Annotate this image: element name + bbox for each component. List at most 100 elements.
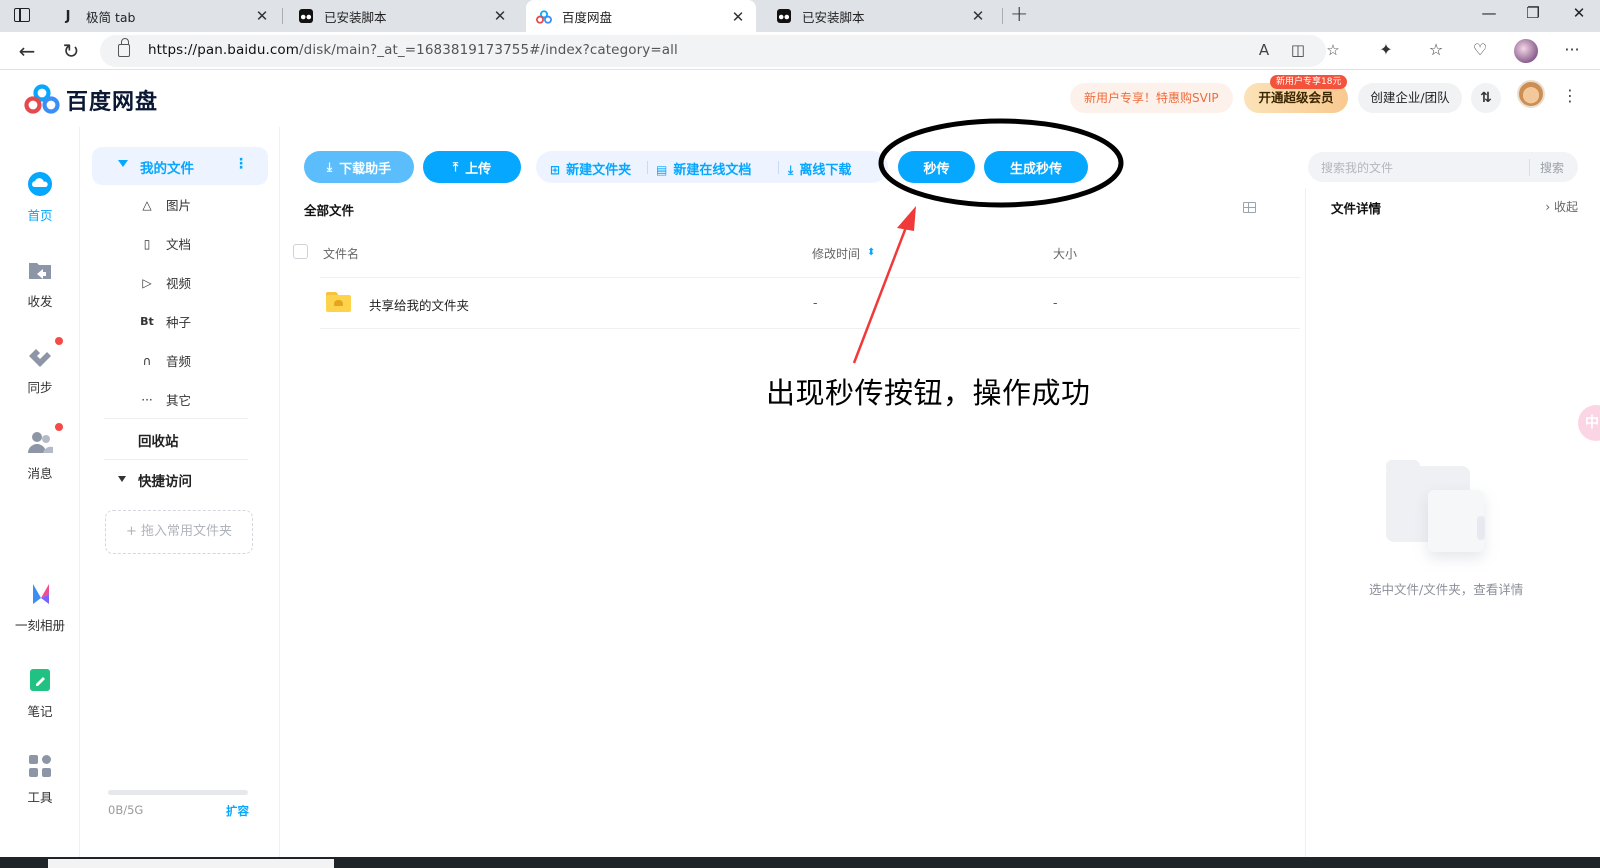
create-team-button[interactable]: 创建企业/团队 <box>1358 83 1462 113</box>
back-arrow-icon[interactable]: ← <box>14 38 40 64</box>
user-avatar[interactable] <box>1517 80 1545 108</box>
file-detail-panel: 文件详情 › 收起 选中文件/文件夹，查看详情 <box>1305 188 1600 868</box>
tab-actions-icon[interactable] <box>14 8 30 22</box>
quick-access-drop-zone[interactable]: + 拖入常用文件夹 <box>105 510 253 554</box>
offline-download-button[interactable]: ⤓ 离线下载 <box>788 159 851 178</box>
close-tab-icon[interactable]: ✕ <box>730 8 746 26</box>
search-input[interactable]: 搜索我的文件 搜索 <box>1308 152 1578 182</box>
restore-icon[interactable]: ❐ <box>1521 4 1545 22</box>
profile-avatar[interactable] <box>1514 39 1538 63</box>
sidebar-item-label: 文档 <box>166 237 192 252</box>
lock-icon[interactable] <box>118 38 130 57</box>
annotation-arrow-shaft <box>852 221 910 364</box>
file-actions-toolbar: ⊞ 新建文件夹 ▤ 新建在线文档 ⤓ 离线下载 <box>536 151 888 183</box>
tab-title: 极简 tab <box>86 9 136 25</box>
url-text[interactable]: https://pan.baidu.com/disk/main?_at_=168… <box>148 42 678 58</box>
more-vertical-icon[interactable]: ⋮ <box>1562 86 1578 105</box>
close-tab-icon[interactable]: ✕ <box>254 7 270 25</box>
minimize-icon[interactable]: — <box>1477 4 1501 22</box>
button-label: 下载助手 <box>339 161 392 177</box>
browser-tab-4[interactable]: 已安装脚本 ✕ <box>766 0 996 32</box>
url-field[interactable]: https://pan.baidu.com/disk/main?_at_=168… <box>100 35 1340 67</box>
add-favorite-icon[interactable]: ☆ <box>1322 41 1344 59</box>
close-window-icon[interactable]: ✕ <box>1567 4 1591 22</box>
new-tab-icon[interactable]: + <box>1010 2 1028 27</box>
torrent-icon: Bt <box>140 315 154 328</box>
caret-down-icon[interactable] <box>118 476 126 482</box>
browser-essentials-icon[interactable]: ♡ <box>1468 40 1492 59</box>
rail-label: 首页 <box>27 208 53 223</box>
rail-item-notes[interactable]: 笔记 <box>0 665 80 720</box>
people-icon <box>25 423 63 457</box>
video-icon: ▷ <box>142 275 152 290</box>
generate-miao-chuan-button[interactable]: 生成秒传 <box>984 151 1088 183</box>
rail-item-sync[interactable]: 同步 <box>0 337 80 396</box>
baidu-netdisk-logo-icon[interactable] <box>24 84 60 114</box>
column-header-modified[interactable]: 修改时间 <box>812 245 860 262</box>
browser-tab-3[interactable]: 百度网盘 ✕ <box>526 0 756 33</box>
favorites-icon[interactable]: ☆ <box>1424 40 1448 59</box>
miao-chuan-button[interactable]: 秒传 <box>898 151 975 183</box>
breadcrumb[interactable]: 全部文件 <box>304 200 354 219</box>
image-icon: △ <box>142 197 152 212</box>
notification-dot <box>55 337 63 345</box>
caret-down-icon[interactable] <box>118 160 128 167</box>
rail-label: 消息 <box>27 466 53 481</box>
grid-view-icon[interactable] <box>1243 202 1256 213</box>
rail-item-share[interactable]: 收发 <box>0 255 80 310</box>
rail-item-messages[interactable]: 消息 <box>0 423 80 482</box>
search-button[interactable]: 搜索 <box>1528 159 1564 176</box>
browser-tab-2[interactable]: 已安装脚本 ✕ <box>288 0 518 32</box>
sidebar-item-images[interactable]: △ 图片 <box>140 195 191 214</box>
note-icon <box>25 665 55 695</box>
taskbar-strip <box>0 857 1600 868</box>
sidebar-item-torrents[interactable]: Bt 种子 <box>140 312 191 331</box>
browser-tab-1[interactable]: J 极简 tab ✕ <box>50 0 280 32</box>
sync-icon <box>25 337 63 371</box>
sidebar-item-recycle-bin[interactable]: 回收站 <box>138 430 179 450</box>
extensions-icon[interactable]: ✦ <box>1374 40 1398 59</box>
svip-promo-link[interactable]: 新用户专享！特惠购SVIP <box>1070 83 1233 113</box>
rail-item-tools[interactable]: 工具 <box>0 751 80 806</box>
search-placeholder: 搜索我的文件 <box>1321 161 1394 175</box>
toolbar-divider <box>778 161 779 174</box>
sidebar-item-audio[interactable]: ∩ 音频 <box>140 351 191 370</box>
baidu-netdisk-icon <box>536 9 552 25</box>
column-header-size[interactable]: 大小 <box>1053 245 1077 262</box>
new-online-doc-button[interactable]: ▤ 新建在线文档 <box>656 159 751 178</box>
rail-item-album[interactable]: 一刻相册 <box>0 579 80 634</box>
new-folder-button[interactable]: ⊞ 新建文件夹 <box>550 159 631 178</box>
collapse-detail-button[interactable]: › 收起 <box>1545 198 1578 215</box>
sidebar-item-my-files[interactable]: 我的文件 ⋮ <box>92 147 268 185</box>
download-helper-button[interactable]: ⤓ 下载助手 <box>304 151 414 183</box>
tab-title: 已安装脚本 <box>324 9 387 25</box>
logo-text[interactable]: 百度网盘 <box>66 84 158 116</box>
reload-icon[interactable]: ↻ <box>58 38 84 64</box>
share-folder-icon <box>25 255 55 285</box>
tab-divider <box>282 8 283 24</box>
tampermonkey-icon <box>298 8 314 24</box>
upload-button[interactable]: ⤒ 上传 <box>423 151 521 183</box>
sort-arrow-icon[interactable]: ⬍ <box>867 247 875 258</box>
rail-label: 工具 <box>27 790 53 805</box>
select-all-checkbox[interactable] <box>293 244 308 259</box>
browser-address-bar: ← ↻ https://pan.baidu.com/disk/main?_at_… <box>0 32 1600 70</box>
sidebar-item-videos[interactable]: ▷ 视频 <box>140 273 191 292</box>
sidebar-item-documents[interactable]: ▯ 文档 <box>140 234 191 253</box>
expand-storage-link[interactable]: 扩容 <box>226 803 249 819</box>
rail-item-home[interactable]: 首页 <box>0 169 80 224</box>
browser-menu-icon[interactable]: ··· <box>1560 40 1584 59</box>
close-tab-icon[interactable]: ✕ <box>970 7 986 25</box>
more-vertical-icon[interactable]: ⋮ <box>234 156 248 172</box>
file-name[interactable]: 共享给我的文件夹 <box>369 295 469 314</box>
column-header-name[interactable]: 文件名 <box>323 245 359 262</box>
transfer-list-icon[interactable]: ⇅ <box>1471 83 1501 113</box>
split-screen-icon[interactable]: ◫ <box>1287 41 1309 59</box>
sidebar-item-quick-access[interactable]: 快捷访问 <box>138 470 192 490</box>
read-aloud-icon[interactable]: A <box>1253 41 1275 59</box>
close-tab-icon[interactable]: ✕ <box>492 7 508 25</box>
tab-title: 百度网盘 <box>562 10 613 25</box>
sidebar-item-other[interactable]: ··· 其它 <box>140 390 191 409</box>
download-icon: ⤓ <box>788 163 794 177</box>
file-sidebar: 我的文件 ⋮ △ 图片 ▯ 文档 ▷ 视频 Bt 种子 ∩ 音频 ··· 其它 … <box>80 127 280 868</box>
